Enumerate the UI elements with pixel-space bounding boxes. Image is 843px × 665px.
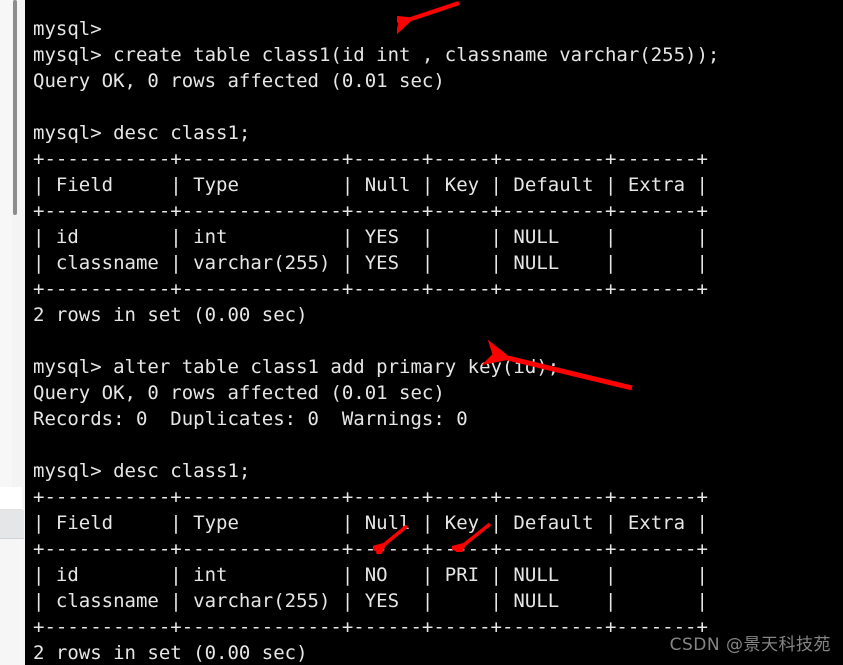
gutter-upper-fill bbox=[0, 0, 12, 487]
mysql-terminal[interactable]: mysql> mysql> create table class1(id int… bbox=[25, 0, 843, 665]
terminal-output: mysql> mysql> create table class1(id int… bbox=[33, 18, 720, 664]
chrome-panel-white bbox=[0, 487, 22, 510]
chrome-panel-selected-row[interactable] bbox=[0, 510, 24, 539]
chrome-panel-lower bbox=[0, 539, 22, 665]
csdn-watermark: CSDN @景天科技苑 bbox=[669, 635, 831, 655]
vertical-scrollbar-thumb[interactable] bbox=[13, 0, 17, 215]
screenshot-root: mysql> mysql> create table class1(id int… bbox=[0, 0, 843, 665]
